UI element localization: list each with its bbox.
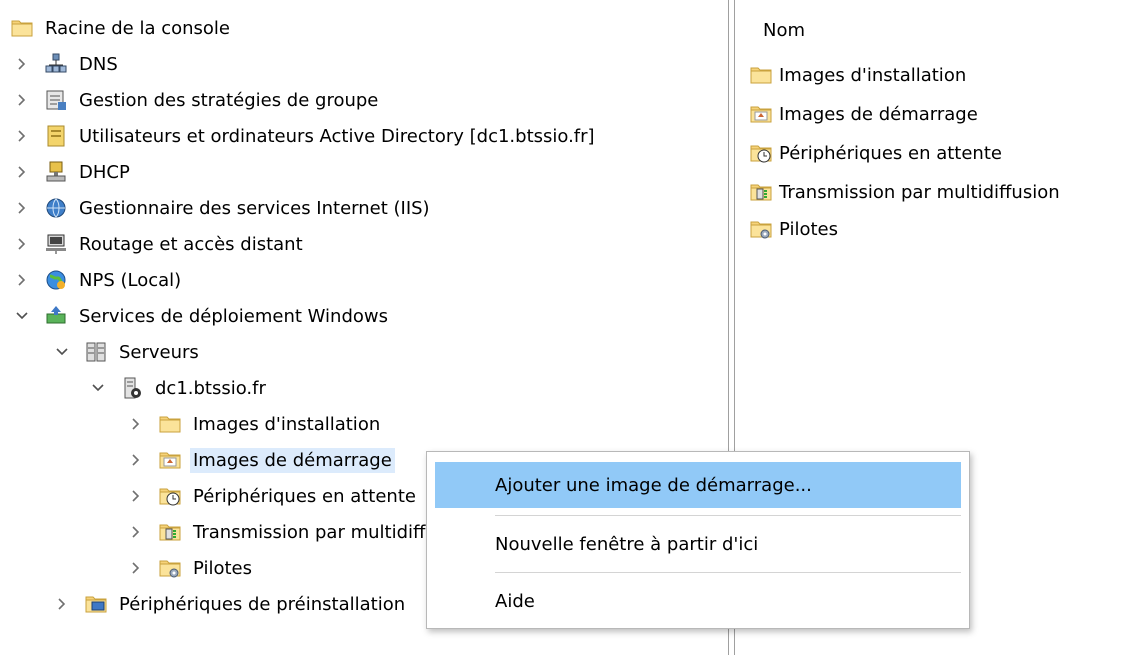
chevron-right-icon[interactable]: [128, 488, 144, 504]
menu-item-new-window[interactable]: Nouvelle fenêtre à partir d'ici: [435, 521, 961, 567]
tree-item-active-directory[interactable]: Utilisateurs et ordinateurs Active Direc…: [14, 118, 598, 154]
column-header-name[interactable]: Nom: [763, 20, 805, 41]
active-directory-icon: [44, 124, 68, 148]
tree-item-label: Gestion des stratégies de groupe: [79, 89, 379, 111]
list-item[interactable]: Images de démarrage: [749, 96, 978, 132]
tree-item-iis[interactable]: Gestionnaire des services Internet (IIS): [14, 190, 433, 226]
chevron-down-icon[interactable]: [14, 308, 30, 324]
tree-item-label: Routage et accès distant: [79, 233, 303, 255]
tree-item-label: Gestionnaire des services Internet (IIS): [79, 197, 430, 219]
tree-item-install-images[interactable]: Images d'installation: [128, 406, 383, 442]
chevron-right-icon[interactable]: [14, 56, 30, 72]
tree-item-nps[interactable]: NPS (Local): [14, 262, 184, 298]
tree-item-label: Pilotes: [193, 557, 252, 579]
menu-item-label: Ajouter une image de démarrage...: [495, 474, 812, 496]
tree-item-label: NPS (Local): [79, 269, 182, 291]
tree-item-label: Périphériques de préinstallation: [119, 593, 406, 615]
tree-item-routing[interactable]: Routage et accès distant: [14, 226, 306, 262]
list-item[interactable]: Transmission par multidiffusion: [749, 174, 1060, 210]
list-item[interactable]: Pilotes: [749, 211, 838, 247]
wds-icon: [44, 304, 68, 328]
multicast-folder-icon: [749, 180, 773, 204]
tree-item-label: Services de déploiement Windows: [79, 305, 389, 327]
chevron-right-icon[interactable]: [14, 272, 30, 288]
list-item-label: Pilotes: [779, 218, 838, 240]
drivers-folder-icon: [749, 217, 773, 241]
tree-root[interactable]: Racine de la console: [10, 10, 233, 46]
chevron-right-icon[interactable]: [128, 416, 144, 432]
drivers-folder-icon: [158, 556, 182, 580]
menu-item-add-boot-image[interactable]: Ajouter une image de démarrage...: [435, 462, 961, 508]
chevron-down-icon[interactable]: [90, 380, 106, 396]
server-icon: [120, 376, 144, 400]
tree-item-label: Images de démarrage: [190, 447, 395, 473]
list-item-label: Images de démarrage: [779, 103, 978, 125]
tree-item-label: Images d'installation: [193, 413, 381, 435]
chevron-down-icon[interactable]: [54, 344, 70, 360]
list-item[interactable]: Périphériques en attente: [749, 135, 1002, 171]
boot-images-folder-icon: [158, 448, 182, 472]
servers-icon: [84, 340, 108, 364]
tree-item-multicast[interactable]: Transmission par multidiffusion: [128, 514, 477, 550]
folder-icon: [158, 412, 182, 436]
chevron-right-icon[interactable]: [14, 128, 30, 144]
boot-images-folder-icon: [749, 102, 773, 126]
menu-separator: [495, 572, 961, 573]
tree-item-drivers[interactable]: Pilotes: [128, 550, 255, 586]
group-policy-icon: [44, 88, 68, 112]
routing-icon: [44, 232, 68, 256]
tree-item-label: Serveurs: [119, 341, 199, 363]
chevron-right-icon[interactable]: [14, 92, 30, 108]
list-item-label: Périphériques en attente: [779, 142, 1002, 164]
chevron-right-icon[interactable]: [54, 596, 70, 612]
dhcp-icon: [44, 160, 68, 184]
dns-server-icon: [44, 52, 68, 76]
prestaged-devices-icon: [84, 592, 108, 616]
tree-root-label: Racine de la console: [45, 17, 231, 39]
pending-devices-folder-icon: [158, 484, 182, 508]
chevron-right-icon[interactable]: [14, 164, 30, 180]
list-item[interactable]: Images d'installation: [749, 57, 966, 93]
pending-devices-folder-icon: [749, 141, 773, 165]
tree-item-boot-images[interactable]: Images de démarrage: [128, 442, 395, 478]
tree-item-wds[interactable]: Services de déploiement Windows: [14, 298, 391, 334]
tree-item-label: DNS: [79, 53, 118, 75]
tree-item-servers[interactable]: Serveurs: [54, 334, 202, 370]
tree-item-pending-devices[interactable]: Périphériques en attente: [128, 478, 419, 514]
tree-item-dns[interactable]: DNS: [14, 46, 121, 82]
tree-item-label: Périphériques en attente: [193, 485, 416, 507]
menu-separator: [495, 515, 961, 516]
tree-item-group-policy[interactable]: Gestion des stratégies de groupe: [14, 82, 381, 118]
tree-item-dc1[interactable]: dc1.btssio.fr: [90, 370, 269, 406]
menu-item-label: Aide: [495, 590, 535, 612]
iis-icon: [44, 196, 68, 220]
menu-item-help[interactable]: Aide: [435, 578, 961, 624]
chevron-right-icon[interactable]: [14, 236, 30, 252]
chevron-right-icon[interactable]: [128, 452, 144, 468]
tree-item-prestaged-devices[interactable]: Périphériques de préinstallation: [54, 586, 408, 622]
tree-item-label: Utilisateurs et ordinateurs Active Direc…: [79, 125, 595, 147]
chevron-right-icon[interactable]: [128, 560, 144, 576]
chevron-right-icon[interactable]: [128, 524, 144, 540]
list-item-label: Transmission par multidiffusion: [779, 181, 1060, 203]
list-item-label: Images d'installation: [779, 64, 967, 86]
menu-item-label: Nouvelle fenêtre à partir d'ici: [495, 533, 759, 555]
chevron-right-icon[interactable]: [14, 200, 30, 216]
folder-icon: [749, 63, 773, 87]
multicast-folder-icon: [158, 520, 182, 544]
tree-item-label: dc1.btssio.fr: [155, 377, 266, 399]
nps-globe-icon: [44, 268, 68, 292]
tree-item-dhcp[interactable]: DHCP: [14, 154, 133, 190]
folder-icon: [10, 16, 34, 40]
tree-item-label: DHCP: [79, 161, 130, 183]
context-menu: Ajouter une image de démarrage... Nouvel…: [426, 451, 970, 629]
